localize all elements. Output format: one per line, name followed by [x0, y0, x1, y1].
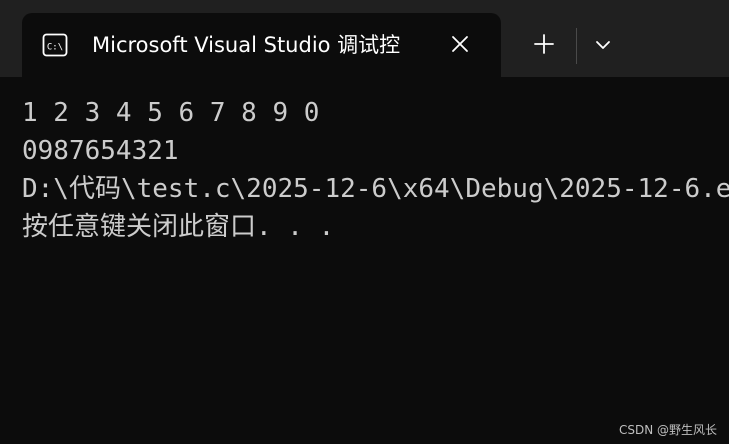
close-icon[interactable] [449, 33, 471, 55]
console-line: 按任意键关闭此窗口. . . [22, 212, 335, 242]
watermark: CSDN @野生风长 [618, 423, 717, 437]
titlebar-divider [576, 28, 577, 64]
tab-title: Microsoft Visual Studio 调试控 [92, 33, 401, 57]
title-bar: C:\ Microsoft Visual Studio 调试控 [0, 0, 729, 77]
console-line: 1 2 3 4 5 6 7 8 9 0 [22, 98, 320, 128]
chevron-down-icon[interactable] [590, 32, 616, 58]
console-line: 0987654321 [22, 136, 179, 166]
console-output[interactable]: 1 2 3 4 5 6 7 8 9 0 0987654321 D:\代码\tes… [0, 77, 729, 444]
console-icon: C:\ [42, 33, 68, 57]
console-line: D:\代码\test.c\2025-12-6\x64\Debug\2025-12… [22, 174, 729, 204]
tab-debug-console[interactable]: C:\ Microsoft Visual Studio 调试控 [22, 13, 501, 77]
plus-icon[interactable] [530, 30, 558, 58]
svg-text:C:\: C:\ [47, 43, 63, 53]
